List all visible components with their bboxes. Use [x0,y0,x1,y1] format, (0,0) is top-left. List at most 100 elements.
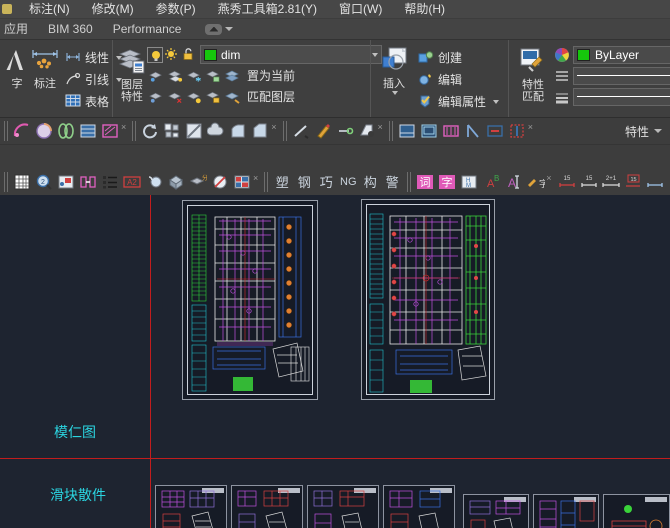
toolbar-grip[interactable] [4,171,9,192]
tool-array-icon[interactable] [205,120,227,142]
tool-dim-v-icon[interactable] [506,120,528,142]
layer-combo[interactable]: dim [200,45,382,64]
toolbar-grip[interactable] [264,171,270,192]
menu-window[interactable]: 窗口(W) [328,0,393,19]
cad-sheet-core-layout-1[interactable] [182,200,318,400]
properties-palette-label[interactable]: 特性 [625,123,670,140]
tool-ellipse-green-icon[interactable] [55,120,77,142]
chevron-down-icon[interactable] [392,91,399,95]
tool-text-magic-icon[interactable]: 字 [524,171,546,193]
match-layer[interactable]: 匹配图层 [244,87,298,106]
layer-unlock-icon[interactable] [181,47,197,63]
layer-on-bulb-icon[interactable] [147,46,163,63]
layer-tool-isolate[interactable] [147,66,166,85]
layer-tool-merge[interactable] [147,87,166,106]
menu-help[interactable]: 帮助(H) [393,0,456,19]
property-color-combo[interactable]: ByLayer [573,45,670,64]
color-wheel-icon[interactable] [554,47,570,63]
toolbar-grip[interactable] [132,121,138,141]
cad-mini-sheet-6[interactable] [533,494,599,528]
toolbar-close-icon[interactable]: × [121,122,126,132]
tool-text-style-icon[interactable]: HM [458,171,480,193]
layer-properties-button[interactable]: 图层 特性 [117,43,147,117]
tab-performance[interactable]: Performance [103,19,192,40]
tool-dim-misc-icon[interactable] [644,171,666,193]
tool-dim-h-icon[interactable] [484,120,506,142]
tool-cn-qiao[interactable]: 巧 [315,171,337,193]
tool-table-blue-icon[interactable] [77,120,99,142]
tool-node-icon[interactable] [334,120,356,142]
layer-tool-freeze[interactable] [185,66,204,85]
tool-compare-icon[interactable] [231,171,253,193]
chevron-down-icon[interactable] [225,27,234,31]
tool-dim-boxed-icon[interactable]: 15 [622,171,644,193]
tool-layer-split-icon[interactable]: 分 [187,171,209,193]
tab-apps[interactable]: 应用 [0,19,38,40]
lineweight-icon[interactable] [554,89,570,105]
tool-list-icon[interactable] [99,171,121,193]
tool-pan-icon[interactable] [143,171,165,193]
property-linetype-combo[interactable]: ByLayer [573,66,670,85]
tool-section-pink-icon[interactable] [440,120,462,142]
drawing-canvas[interactable]: 模仁图 滑块散件 [0,195,670,528]
tool-circle-violet-icon[interactable] [33,120,55,142]
tool-cn-zi[interactable]: 字 [436,171,458,193]
toolbar-grip[interactable] [4,121,9,141]
tool-brush-icon[interactable] [312,120,334,142]
layer-tool-unlock[interactable] [204,87,223,106]
toolbar-close-icon[interactable]: × [528,122,533,132]
tool-rotate-icon[interactable] [139,120,161,142]
menu-modify[interactable]: 修改(M) [81,0,145,19]
tool-dim-15-b-icon[interactable]: 15 [578,171,600,193]
menu-yanxiu-toolbox[interactable]: 燕秀工具箱2.81(Y) [207,0,328,19]
set-current-layer-icon-cell[interactable] [223,66,242,85]
tool-trim-icon[interactable] [183,120,205,142]
cad-mini-sheet-2[interactable] [231,485,303,528]
cad-mini-sheet-1[interactable] [155,485,227,528]
cad-mini-sheet-4[interactable] [383,485,455,528]
text-button[interactable]: 字 [4,42,30,117]
tool-fillet-icon[interactable] [227,120,249,142]
tool-arc-pink-icon[interactable] [11,120,33,142]
match-layer-icon-cell[interactable] [223,87,242,106]
toolbar-close-icon[interactable]: × [271,122,276,132]
edit-block[interactable]: 编辑 [415,70,502,90]
cad-sheet-core-layout-2[interactable] [361,199,495,400]
tool-cn-gou[interactable]: 构 [359,171,381,193]
tool-cn-ng[interactable]: NG [337,171,359,193]
tool-hatch-magenta-icon[interactable] [99,120,121,142]
toolbar-close-icon[interactable]: × [253,173,258,183]
tool-shape-icon[interactable] [356,120,378,142]
menu-dimension[interactable]: 标注(N) [18,0,81,19]
layer-tool-turn-on[interactable] [185,87,204,106]
match-properties-button[interactable]: 特性 匹配 [512,43,554,117]
tool-3dbox-icon[interactable] [165,171,187,193]
tool-layerstate-icon[interactable] [55,171,77,193]
tool-dim-15-a-icon[interactable]: 15 [556,171,578,193]
layer-tool-unisolate[interactable] [166,66,185,85]
tab-overflow-control[interactable] [205,23,234,35]
tool-cn-jing[interactable]: 警 [381,171,403,193]
layer-tool-lock[interactable] [204,66,223,85]
tool-chamfer-icon[interactable] [249,120,271,142]
tool-a2-icon[interactable]: A2 [121,171,143,193]
tab-bim360[interactable]: BIM 360 [38,19,103,40]
tool-text-edit-icon[interactable]: A [502,171,524,193]
chevron-down-icon[interactable] [493,99,499,104]
create-block[interactable]: 创建 [415,48,502,68]
tool-viewport-icon[interactable] [396,120,418,142]
tool-grid-icon[interactable] [11,171,33,193]
panel-toggle-icon[interactable] [205,23,223,35]
toolbar-grip[interactable] [282,121,288,141]
tool-hatch-pattern-icon[interactable] [77,171,99,193]
toolbar-grip[interactable] [407,171,413,192]
toolbar-close-icon[interactable]: × [378,122,383,132]
tool-line-icon[interactable] [290,120,312,142]
toolbar-grip[interactable] [388,121,394,141]
dimension-button[interactable]: 标注 [30,42,60,117]
layer-tool-delete[interactable] [166,87,185,106]
toolbar-close-icon[interactable]: × [546,173,551,183]
chevron-down-icon[interactable] [654,129,662,133]
tool-no-hatch-icon[interactable] [209,171,231,193]
tool-cn-su[interactable]: 塑 [271,171,293,193]
